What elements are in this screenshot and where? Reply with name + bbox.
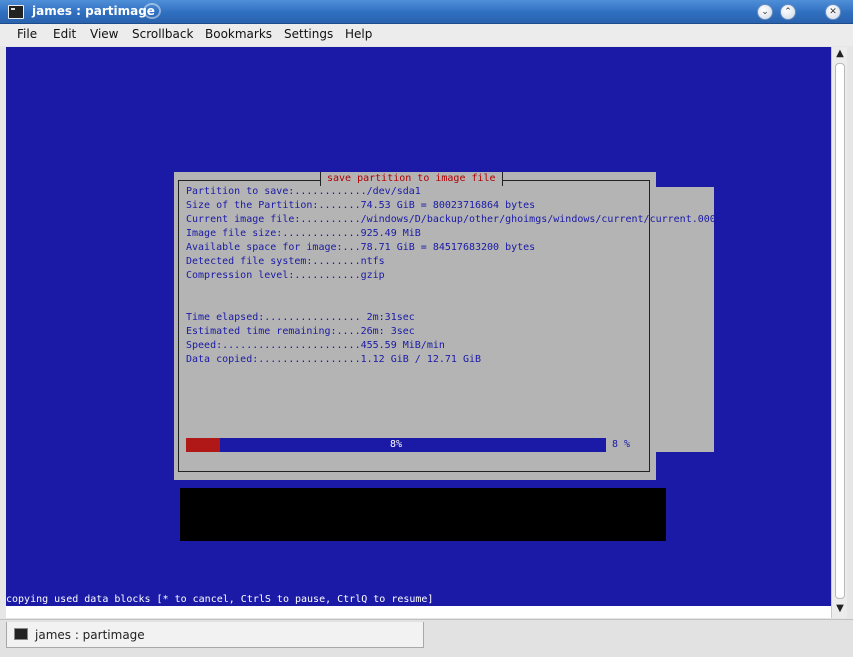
window-title: james : partimage xyxy=(32,4,155,18)
menu-bookmarks[interactable]: Bookmarks xyxy=(205,27,272,41)
info-partition: Partition to save:............/dev/sda1 xyxy=(186,186,421,197)
menu-help[interactable]: Help xyxy=(345,27,372,41)
info-image-file: Current image file:........../windows/D/… xyxy=(186,214,716,225)
menu-edit[interactable]: Edit xyxy=(53,27,76,41)
terminal-bottom-margin xyxy=(6,606,831,618)
partimage-dialog: save partition to image file Partition t… xyxy=(174,172,716,480)
close-button[interactable]: ✕ xyxy=(825,4,841,20)
progress-bar: 8% xyxy=(186,438,606,452)
tab-session[interactable]: james : partimage xyxy=(6,622,424,648)
info-available-space: Available space for image:...78.71 GiB =… xyxy=(186,242,536,253)
decoration-icon xyxy=(143,3,161,19)
minimize-button[interactable]: ⌄ xyxy=(757,4,773,20)
dialog-shadow xyxy=(180,488,666,541)
scrollbar-trough[interactable] xyxy=(835,63,845,599)
vertical-scrollbar[interactable]: ▲ ▼ xyxy=(831,47,847,618)
terminal-icon[interactable] xyxy=(8,5,24,19)
maximize-button[interactable]: ⌃ xyxy=(780,4,796,20)
scroll-up-icon[interactable]: ▲ xyxy=(832,47,848,61)
scroll-down-icon[interactable]: ▼ xyxy=(832,602,848,616)
menu-view[interactable]: View xyxy=(90,27,118,41)
menu-scrollback[interactable]: Scrollback xyxy=(132,27,193,41)
status-line: copying used data blocks [* to cancel, C… xyxy=(6,594,434,605)
info-image-size: Image file size:.............925.49 MiB xyxy=(186,228,421,239)
tab-label: james : partimage xyxy=(35,628,145,642)
info-time-remaining: Estimated time remaining:....26m: 3sec xyxy=(186,326,415,337)
info-file-system: Detected file system:........ntfs xyxy=(186,256,385,267)
session-tabbar: james : partimage xyxy=(0,619,853,657)
info-time-elapsed: Time elapsed:................ 2m:31sec xyxy=(186,312,415,323)
terminal-icon xyxy=(14,628,28,640)
menu-file[interactable]: File xyxy=(17,27,37,41)
dialog-title: save partition to image file xyxy=(320,172,503,186)
progress-percent-label: 8 % xyxy=(612,439,631,450)
info-size: Size of the Partition:.......74.53 GiB =… xyxy=(186,200,536,211)
info-speed: Speed:.......................455.59 MiB/… xyxy=(186,340,445,351)
info-compression: Compression level:...........gzip xyxy=(186,270,385,281)
menubar: File Edit View Scrollback Bookmarks Sett… xyxy=(0,24,853,46)
info-data-copied: Data copied:.................1.12 GiB / … xyxy=(186,354,482,365)
window-titlebar[interactable]: james : partimage ⌄ ⌃ ✕ xyxy=(0,0,853,24)
progress-bar-label: 8% xyxy=(389,439,403,450)
menu-settings[interactable]: Settings xyxy=(284,27,333,41)
terminal-view[interactable]: save partition to image file Partition t… xyxy=(6,47,831,606)
